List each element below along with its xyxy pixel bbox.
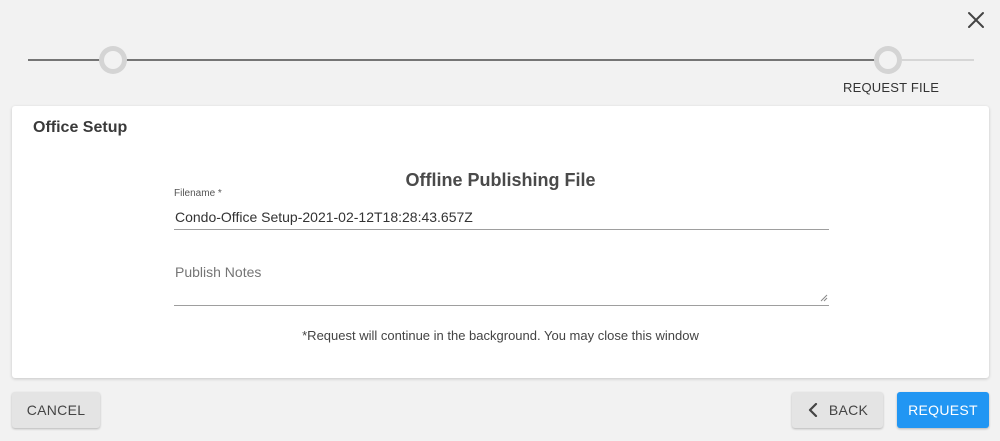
- back-button[interactable]: BACK: [792, 392, 883, 428]
- publish-notes-field: [174, 256, 829, 306]
- card-title: Office Setup: [33, 119, 128, 136]
- cancel-button[interactable]: CANCEL: [12, 392, 100, 428]
- request-button-label: REQUEST: [908, 402, 978, 418]
- publish-notes-input[interactable]: [174, 256, 829, 305]
- back-button-label: BACK: [828, 402, 869, 418]
- form-card: Office Setup Offline Publishing File Fil…: [12, 106, 989, 378]
- step-2-label: REQUEST FILE: [843, 80, 940, 95]
- step-2-dot: [874, 46, 902, 74]
- chevron-left-icon: [808, 403, 817, 417]
- stepper-line-end: [902, 59, 974, 61]
- publish-dialog: REQUEST FILE Office Setup Offline Publis…: [0, 0, 1000, 441]
- cancel-button-label: CANCEL: [26, 402, 86, 418]
- filename-input[interactable]: [174, 204, 829, 230]
- filename-label: Filename *: [174, 188, 222, 199]
- background-note: *Request will continue in the background…: [302, 328, 699, 343]
- stepper-line-start: [28, 59, 100, 61]
- request-button[interactable]: REQUEST: [897, 392, 989, 428]
- resize-grip-icon[interactable]: [820, 294, 828, 302]
- step-1-dot: [99, 46, 127, 74]
- form-title: Offline Publishing File: [405, 170, 596, 190]
- stepper: REQUEST FILE: [0, 0, 1000, 100]
- stepper-line-middle: [126, 59, 876, 61]
